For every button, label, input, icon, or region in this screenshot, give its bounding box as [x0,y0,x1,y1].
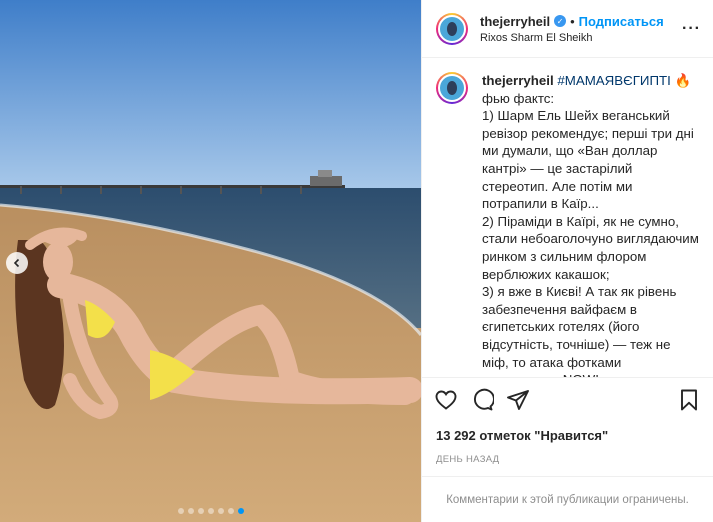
carousel-indicators [0,508,421,514]
chevron-left-icon [13,258,20,268]
carousel-dot [217,508,224,514]
post-timestamp[interactable]: День назад [422,454,713,465]
verified-badge-icon: ✓ [554,15,567,27]
carousel-dot [207,508,214,514]
comments-restricted-notice: Комментарии к этой публикации ограничены… [422,476,713,522]
carousel-dot [197,508,204,514]
caption-username[interactable]: thejerryheil [482,73,554,88]
carousel-dot [227,508,234,514]
carousel-prev-button[interactable] [6,252,28,274]
bookmark-icon[interactable] [677,388,701,412]
carousel-dot [187,508,194,514]
comment-icon[interactable] [470,388,494,412]
header-info: thejerryheil ✓ • Подписаться Rixos Sharm… [480,14,682,44]
more-options-icon[interactable]: ··· [682,20,701,38]
location-link[interactable]: Rixos Sharm El Sheikh [480,32,682,44]
heart-icon[interactable] [434,388,458,412]
separator-dot: • [570,13,575,29]
fire-emoji: 🔥 [674,73,692,88]
caption-hashtag[interactable]: #МАМАЯВЄГИПТІ [557,73,670,88]
caption-text: фью фактс: 1) Шарм Ель Шейх веганський р… [482,90,699,377]
carousel-dot [177,508,184,514]
post-dialog: thejerryheil ✓ • Подписаться Rixos Sharm… [0,0,713,522]
likes-count[interactable]: 13 292 отметок "Нравится" [422,428,713,443]
post-media[interactable] [0,0,421,522]
post-caption: thejerryheil #МАМАЯВЄГИПТІ 🔥 фью фактс: … [482,72,699,377]
comments-section[interactable]: thejerryheil #МАМАЯВЄГИПТІ 🔥 фью фактс: … [422,58,713,378]
photo-beach-scene [0,0,421,522]
username-link[interactable]: thejerryheil [480,14,550,29]
avatar[interactable] [436,72,468,104]
post-header: thejerryheil ✓ • Подписаться Rixos Sharm… [422,0,713,58]
carousel-dot-active [237,508,244,514]
avatar[interactable] [436,12,468,45]
action-bar [422,378,713,422]
share-icon[interactable] [506,388,530,412]
follow-button[interactable]: Подписаться [579,14,664,29]
post-side-panel: thejerryheil ✓ • Подписаться Rixos Sharm… [421,0,713,522]
